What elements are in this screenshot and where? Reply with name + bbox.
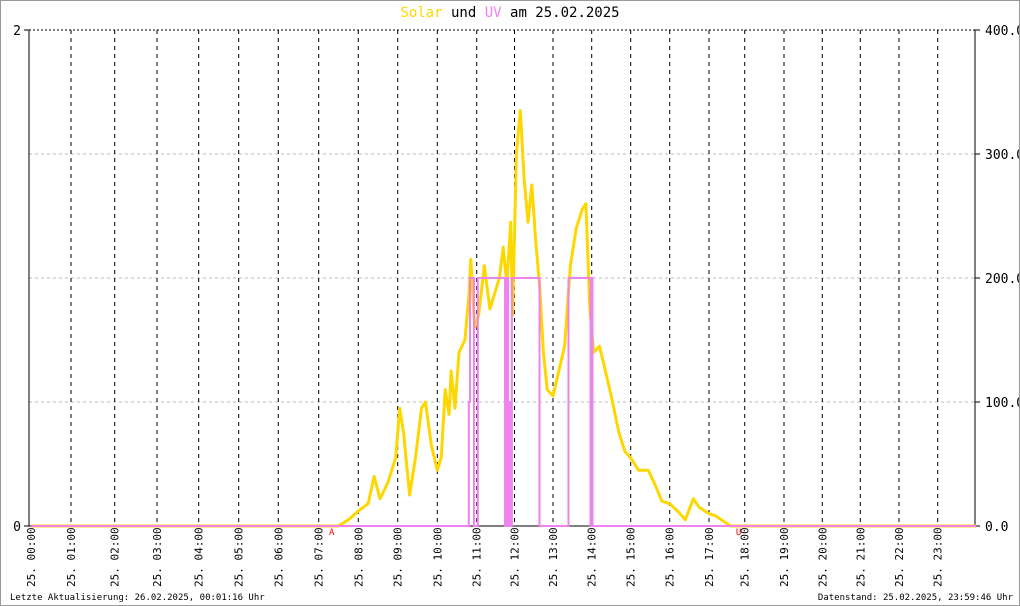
x-tick-label: 25. 06:00 [272, 527, 285, 587]
x-tick-label: 25. 16:00 [664, 527, 677, 587]
x-tick-label: 25. 00:00 [25, 527, 38, 587]
right-axis-label: 100.0 [985, 396, 1019, 411]
left-axis-label: 0 [13, 520, 21, 535]
solar-series-line [31, 109, 976, 528]
x-tick-label: 25. 01:00 [65, 527, 78, 587]
right-axis-label: 200.0 [985, 272, 1019, 287]
data-timestamp-text: Datenstand: 25.02.2025, 23:59:46 Uhr [817, 593, 1013, 603]
x-tick-label: 25. 17:00 [703, 527, 716, 587]
right-axis-label: 300.0 [985, 148, 1019, 163]
x-tick-label: 25. 19:00 [778, 527, 791, 587]
x-tick-label: 25. 14:00 [586, 527, 599, 587]
x-tick-label: 25. 08:00 [352, 527, 365, 587]
x-tick-label: 25. 13:00 [547, 527, 560, 587]
x-tick-label: 25. 09:00 [392, 527, 405, 587]
x-tick-label: 25. 23:00 [932, 527, 945, 587]
chart-plot: 2 0 400.0 300.0 200.0 100.0 0.0 25. 00:00 25. 01… [13, 24, 1019, 587]
x-tick-label: 25. 07:00 [313, 527, 326, 587]
x-tick-label: 25. 03:00 [151, 527, 164, 587]
x-tick-label: 25. 20:00 [816, 527, 829, 587]
last-update-text: Letzte Aktualisierung: 26.02.2025, 00:01… [10, 593, 265, 603]
right-axis-label: 0.0 [985, 520, 1008, 535]
marker-start: A [329, 528, 335, 538]
x-tick-label: 25. 12:00 [509, 527, 522, 587]
x-tick-label: 25. 05:00 [233, 527, 246, 587]
x-tick-label: 25. 15:00 [625, 527, 638, 587]
x-tick-label: 25. 22:00 [893, 527, 906, 587]
right-axis-label: 400.0 [985, 24, 1019, 39]
x-tick-label: 25. 04:00 [193, 527, 206, 587]
left-axis-label: 2 [13, 24, 21, 39]
x-tick-label: 25. 10:00 [431, 527, 444, 587]
x-tick-label: 25. 21:00 [854, 527, 867, 587]
x-tick-label: 25. 11:00 [471, 527, 484, 587]
x-tick-label: 25. 02:00 [109, 527, 122, 587]
marker-end: U [736, 528, 741, 538]
chart-window: Solar und UV am 25.02.2025 20400.0300.02… [0, 0, 1020, 606]
